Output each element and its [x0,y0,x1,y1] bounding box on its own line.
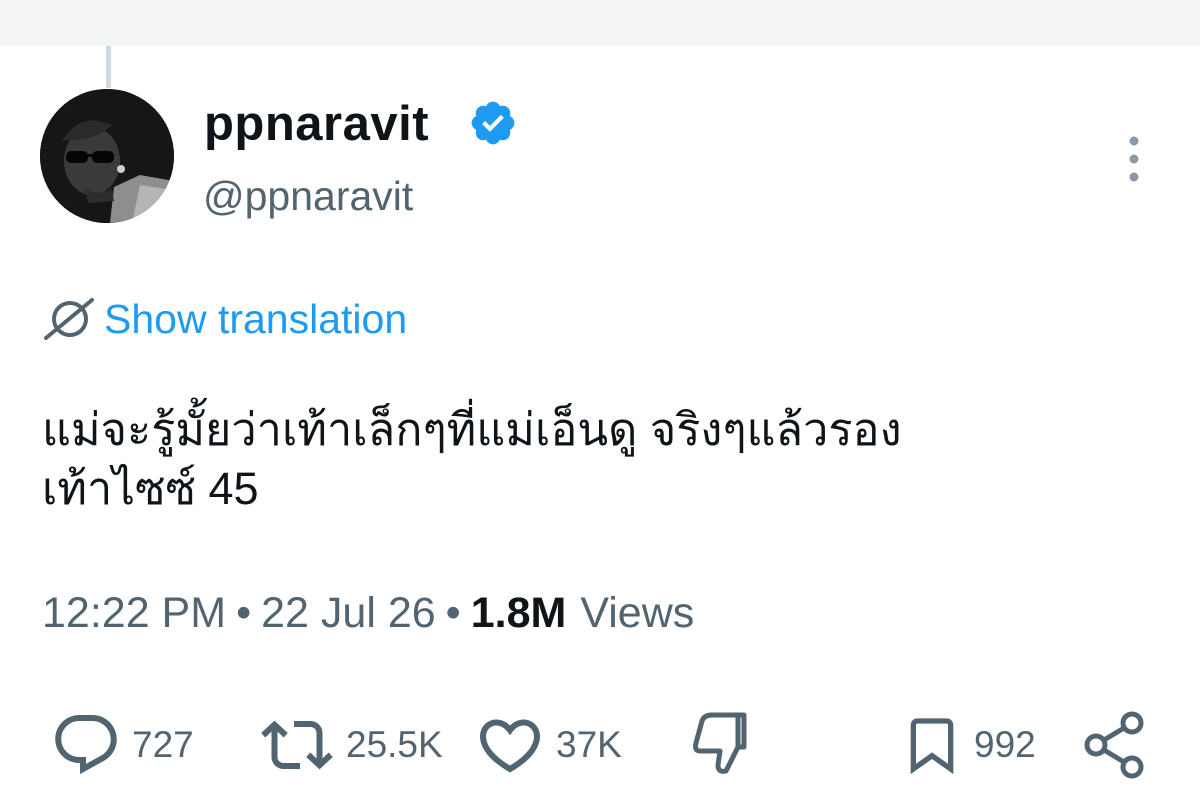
author-display-name[interactable]: ppnaravit [204,94,429,154]
dislike-icon [693,712,747,774]
dislike-button[interactable] [690,705,760,785]
tweet-meta: 12:22 PM • 22 Jul 26 • 1.8M Views [42,583,694,643]
meta-separator: • [236,588,252,637]
avatar-photo-icon [40,89,174,223]
repost-button[interactable]: 25.5K [258,705,443,785]
reply-count: 727 [132,724,194,765]
tweet-text-line: แม่จะรู้มั้ยว่าเท้าเล็กๆที่แม่เอ็นดู จริ… [42,404,902,455]
heart-icon [479,719,541,773]
show-translation-label: Show translation [104,296,408,342]
tweet-text-line: เท้าไซซ์ 45 [42,463,259,514]
share-button[interactable] [1080,705,1150,785]
thread-connector-line [106,46,111,88]
views-label: Views [580,588,695,637]
views-count: 1.8M [470,588,567,637]
bookmark-button[interactable]: 992 [900,705,1036,785]
reply-icon [55,715,117,775]
bookmark-count: 992 [974,724,1036,765]
more-vertical-icon[interactable] [1120,132,1148,186]
tweet-time[interactable]: 12:22 PM [42,589,226,638]
bookmark-icon [910,718,954,775]
show-translation-link[interactable]: Show translation [40,292,407,346]
action-bar: 727 25.5K 37K 992 [0,705,1200,785]
tweet-text: แม่จะรู้มั้ยว่าเท้าเล็กๆที่แม่เอ็นดู จริ… [42,400,1162,518]
repost-icon [261,720,333,770]
verified-badge-icon [471,101,515,145]
avatar[interactable] [40,89,174,223]
previous-tweet-strip [0,0,1200,46]
like-count: 37K [556,724,622,765]
share-icon [1084,711,1144,779]
like-button[interactable]: 37K [474,705,622,785]
reply-button[interactable]: 727 [50,705,194,785]
meta-separator: • [445,588,461,637]
tweet-date[interactable]: 22 Jul 26 [261,589,436,638]
repost-count: 25.5K [346,724,443,765]
translate-globe-icon [44,298,94,340]
author-handle[interactable]: @ppnaravit [203,170,413,222]
